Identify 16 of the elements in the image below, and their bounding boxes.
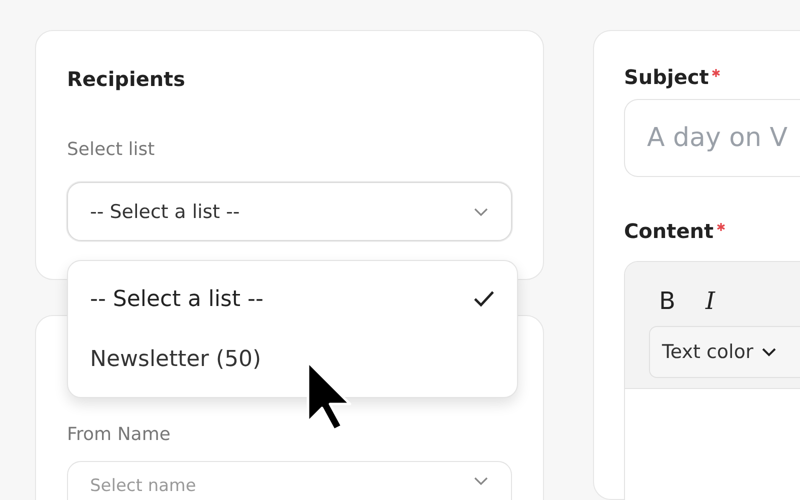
dropdown-option[interactable]: -- Select a list -- bbox=[68, 269, 517, 329]
field-label: Select list bbox=[67, 139, 156, 160]
text-color-select[interactable]: Text color bbox=[649, 326, 800, 378]
chevron-icon bbox=[761, 347, 778, 357]
chevron-icon bbox=[473, 476, 489, 486]
card-title: Recipients bbox=[67, 67, 186, 91]
content-label: Content bbox=[624, 219, 714, 243]
bold-button[interactable]: B bbox=[659, 287, 676, 315]
dropdown-option[interactable]: Newsletter (50) bbox=[68, 329, 517, 389]
list-select[interactable]: -- Select a list -- bbox=[67, 182, 512, 241]
checkmark-icon bbox=[473, 290, 495, 308]
field-label: From Name bbox=[67, 424, 172, 445]
italic-button[interactable]: I bbox=[705, 287, 715, 315]
subject-field[interactable]: A day on V bbox=[624, 99, 800, 177]
subject-label: Subject bbox=[624, 65, 709, 89]
chevron-icon bbox=[473, 206, 489, 216]
